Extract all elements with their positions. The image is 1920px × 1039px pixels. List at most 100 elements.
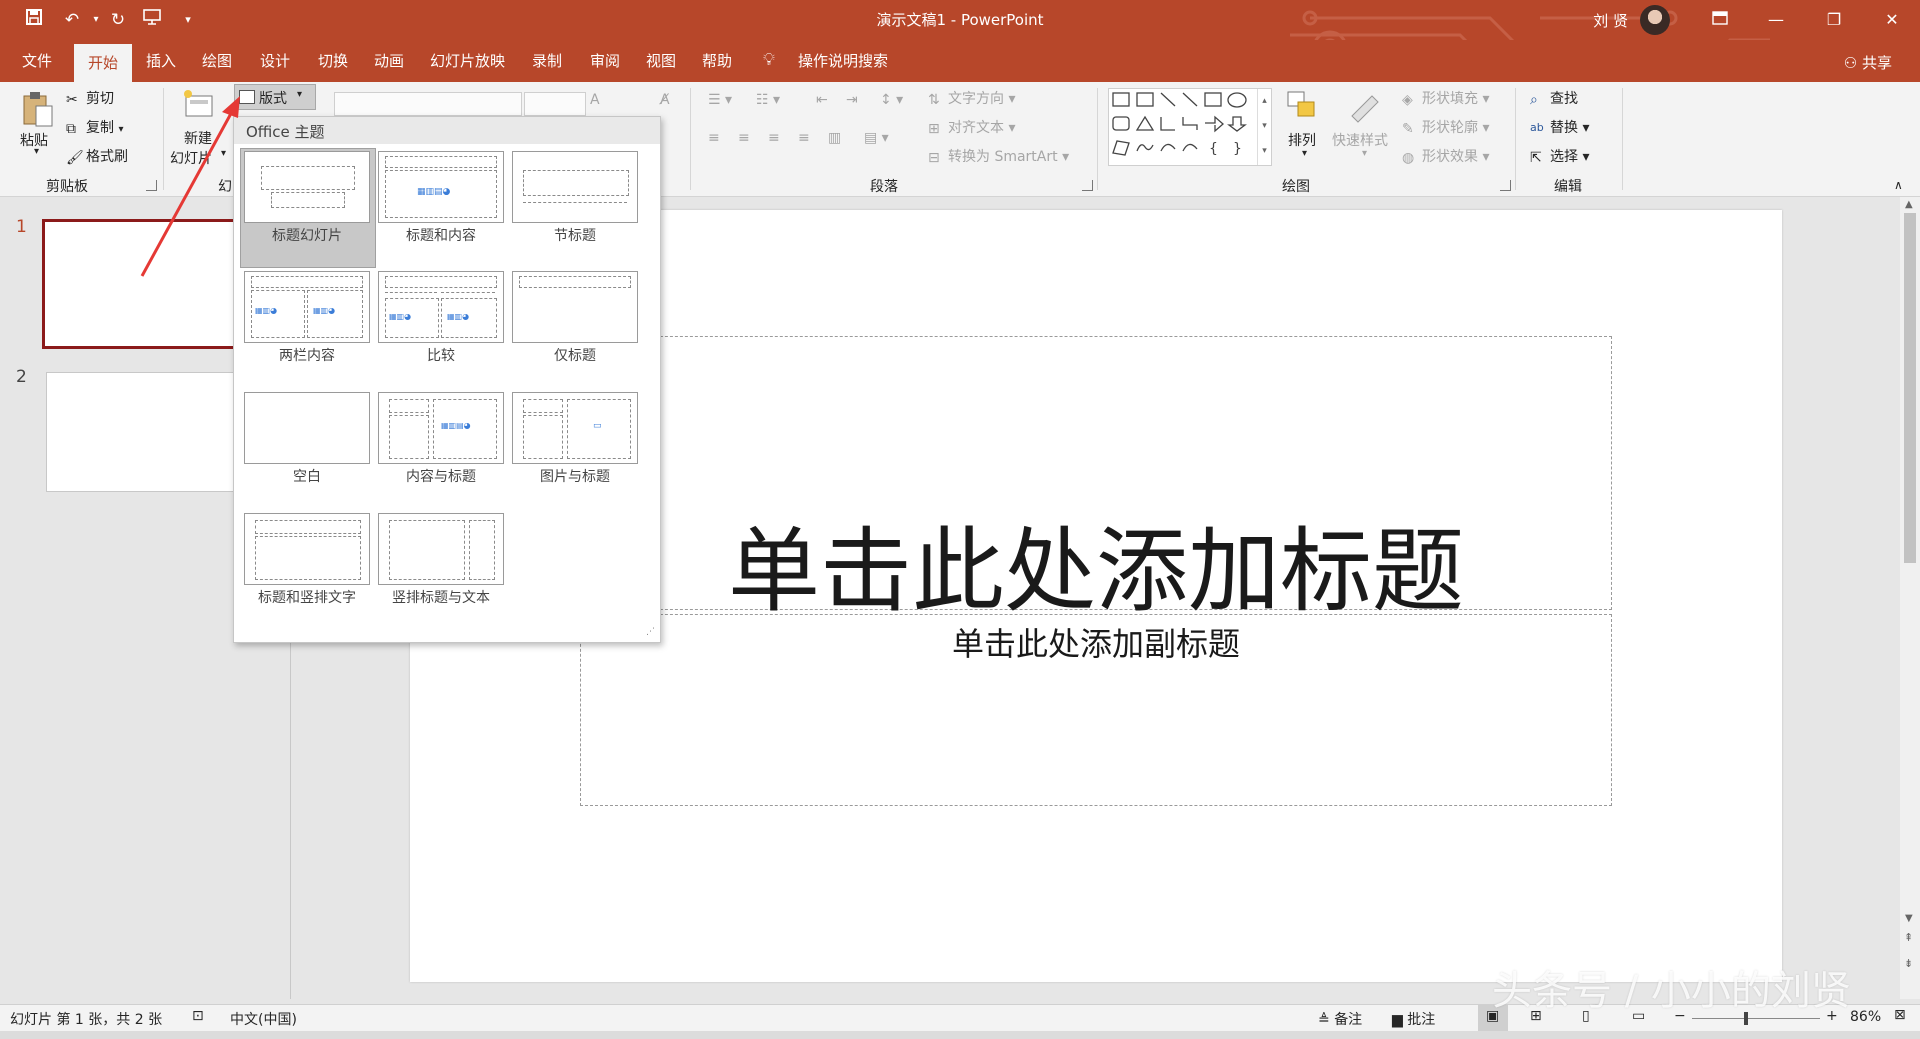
- shape-fill-button[interactable]: ◈ 形状填充 ▾: [1402, 88, 1489, 108]
- collapse-ribbon-icon[interactable]: ∧: [1894, 178, 1903, 192]
- tab-animations[interactable]: 动画: [372, 40, 406, 82]
- bullets-icon[interactable]: ☰ ▾: [708, 92, 732, 108]
- group-paragraph: 段落: [870, 179, 898, 195]
- pen-icon: ✎: [1402, 121, 1414, 137]
- arrange-dropdown-icon[interactable]: ▾: [1302, 148, 1307, 159]
- layout-vertical-title-text[interactable]: [378, 513, 504, 585]
- find-button[interactable]: ⌕ 查找: [1530, 88, 1578, 108]
- user-name[interactable]: 刘 贤: [1593, 10, 1628, 31]
- shapes-gallery[interactable]: {} ▴ ▾ ▾: [1108, 88, 1272, 166]
- ribbon-display-icon[interactable]: [1694, 0, 1746, 40]
- share-button[interactable]: ⚇ 共享: [1844, 52, 1892, 73]
- copy-button[interactable]: ⧉ 复制 ▾: [66, 117, 123, 137]
- smartart-button[interactable]: ⊟ 转换为 SmartArt ▾: [928, 146, 1069, 166]
- minimize-icon[interactable]: —: [1750, 0, 1802, 40]
- increase-indent-icon[interactable]: ⇥: [846, 92, 858, 108]
- gallery-header: Office 主题: [234, 117, 660, 144]
- layout-picture-caption[interactable]: ▭: [512, 392, 638, 464]
- prev-slide-icon[interactable]: ⇞: [1904, 931, 1913, 944]
- select-button[interactable]: ⇱ 选择 ▾: [1530, 146, 1589, 166]
- font-size-box[interactable]: [524, 92, 586, 116]
- tab-slideshow[interactable]: 幻灯片放映: [428, 40, 507, 82]
- layout-two-content[interactable]: ▦▥◕ ▦▥◕: [244, 271, 370, 343]
- text-direction-button[interactable]: ⇅ 文字方向 ▾: [928, 88, 1015, 108]
- layout-content-caption[interactable]: ▦▥▤◕: [378, 392, 504, 464]
- comments-button[interactable]: ▆ 批注: [1392, 1009, 1435, 1029]
- replace-button[interactable]: ab 替换 ▾: [1530, 117, 1589, 137]
- scroll-up-icon[interactable]: ▲: [1905, 199, 1913, 210]
- quick-styles-label[interactable]: 快速样式: [1332, 130, 1388, 150]
- cut-button[interactable]: ✂ 剪切: [66, 88, 114, 108]
- language-indicator[interactable]: 中文(中国): [230, 1009, 297, 1029]
- tab-home[interactable]: 开始: [74, 44, 133, 82]
- paste-dropdown-icon[interactable]: ▾: [34, 146, 39, 157]
- shape-effects-button[interactable]: ◍ 形状效果 ▾: [1402, 146, 1489, 166]
- clear-format-icon[interactable]: A̸: [660, 92, 670, 108]
- distribute-icon[interactable]: ▥: [828, 130, 841, 146]
- shapes-scroll-icon[interactable]: ▴ ▾ ▾: [1257, 89, 1271, 165]
- tab-design[interactable]: 设计: [258, 40, 292, 82]
- layout-title-only[interactable]: [512, 271, 638, 343]
- numbering-icon[interactable]: ☷ ▾: [756, 92, 780, 108]
- grow-font-icon[interactable]: A: [590, 92, 600, 108]
- slide-thumbnail-2[interactable]: [46, 372, 238, 492]
- notes-button[interactable]: ≜ 备注: [1318, 1009, 1362, 1029]
- close-icon[interactable]: ✕: [1866, 0, 1918, 40]
- fit-slide-icon[interactable]: ⊠: [1894, 1007, 1906, 1023]
- arrange-icon[interactable]: [1286, 90, 1318, 124]
- tab-insert[interactable]: 插入: [144, 40, 178, 82]
- paste-icon[interactable]: [20, 90, 56, 130]
- layout-title-vertical-text[interactable]: [244, 513, 370, 585]
- quick-styles-icon[interactable]: [1346, 90, 1382, 124]
- zoom-slider[interactable]: [1692, 1018, 1820, 1019]
- title-placeholder-text: 单击此处添加标题: [727, 518, 1464, 625]
- title-placeholder[interactable]: 单击此处添加标题: [580, 336, 1612, 625]
- watermark: 头条号 / 小小的刘贤: [1492, 968, 1851, 1014]
- scroll-down-icon[interactable]: ▼: [1905, 913, 1913, 924]
- subtitle-placeholder[interactable]: 单击此处添加副标题: [580, 614, 1612, 806]
- restore-icon[interactable]: ❐: [1808, 0, 1860, 40]
- justify-icon[interactable]: ≡: [798, 130, 810, 146]
- format-painter-button[interactable]: 🖌︎ 格式刷: [66, 146, 128, 166]
- annotation-arrow: [140, 96, 240, 277]
- align-left-icon[interactable]: ≡: [708, 130, 720, 146]
- slide-counter[interactable]: 幻灯片 第 1 张，共 2 张: [10, 1009, 162, 1029]
- tab-record[interactable]: 录制: [530, 40, 564, 82]
- text-direction-icon: ⇅: [928, 92, 940, 108]
- quick-styles-dropdown-icon[interactable]: ▾: [1362, 148, 1367, 159]
- layout-section-header[interactable]: [512, 151, 638, 223]
- accessibility-icon[interactable]: ⊡: [192, 1008, 204, 1024]
- decrease-indent-icon[interactable]: ⇤: [816, 92, 828, 108]
- tab-review[interactable]: 审阅: [588, 40, 622, 82]
- layout-title-content[interactable]: ▦▥▤◕: [378, 151, 504, 223]
- columns-icon[interactable]: ▤ ▾: [864, 130, 889, 146]
- tab-file[interactable]: 文件: [20, 40, 54, 82]
- content-icons: ▦▥◕: [313, 306, 336, 315]
- avatar[interactable]: [1640, 5, 1670, 35]
- layout-blank[interactable]: [244, 392, 370, 464]
- tab-help[interactable]: 帮助: [700, 40, 734, 82]
- next-slide-icon[interactable]: ⇟: [1904, 957, 1913, 970]
- tab-draw[interactable]: 绘图: [200, 40, 234, 82]
- gallery-header-label: Office 主题: [246, 123, 325, 141]
- resize-grip-icon[interactable]: ⋰: [646, 627, 655, 637]
- tab-view[interactable]: 视图: [644, 40, 678, 82]
- tab-transitions[interactable]: 切换: [316, 40, 350, 82]
- layout-title-slide[interactable]: [244, 151, 370, 223]
- drawing-launcher-icon[interactable]: [1500, 180, 1511, 191]
- line-spacing-icon[interactable]: ↕ ▾: [880, 92, 903, 108]
- scroll-thumb[interactable]: [1904, 213, 1916, 563]
- layout-label: 版式: [259, 91, 287, 107]
- font-family-box[interactable]: [334, 92, 522, 116]
- arrange-label[interactable]: 排列: [1288, 130, 1316, 150]
- shape-outline-button[interactable]: ✎ 形状轮廓 ▾: [1402, 117, 1489, 137]
- zoom-level[interactable]: 86%: [1850, 1009, 1881, 1025]
- layout-comparison[interactable]: ▦▥◕ ▦▥◕: [378, 271, 504, 343]
- align-text-button[interactable]: ⊞ 对齐文本 ▾: [928, 117, 1015, 137]
- align-right-icon[interactable]: ≡: [768, 130, 780, 146]
- paragraph-launcher-icon[interactable]: [1082, 180, 1093, 191]
- vertical-scrollbar[interactable]: ▲ ▼ ⇞ ⇟: [1900, 197, 1920, 999]
- tell-me-search[interactable]: 操作说明搜索: [796, 40, 890, 82]
- align-center-icon[interactable]: ≡: [738, 130, 750, 146]
- person-icon: ⚇: [1843, 54, 1862, 72]
